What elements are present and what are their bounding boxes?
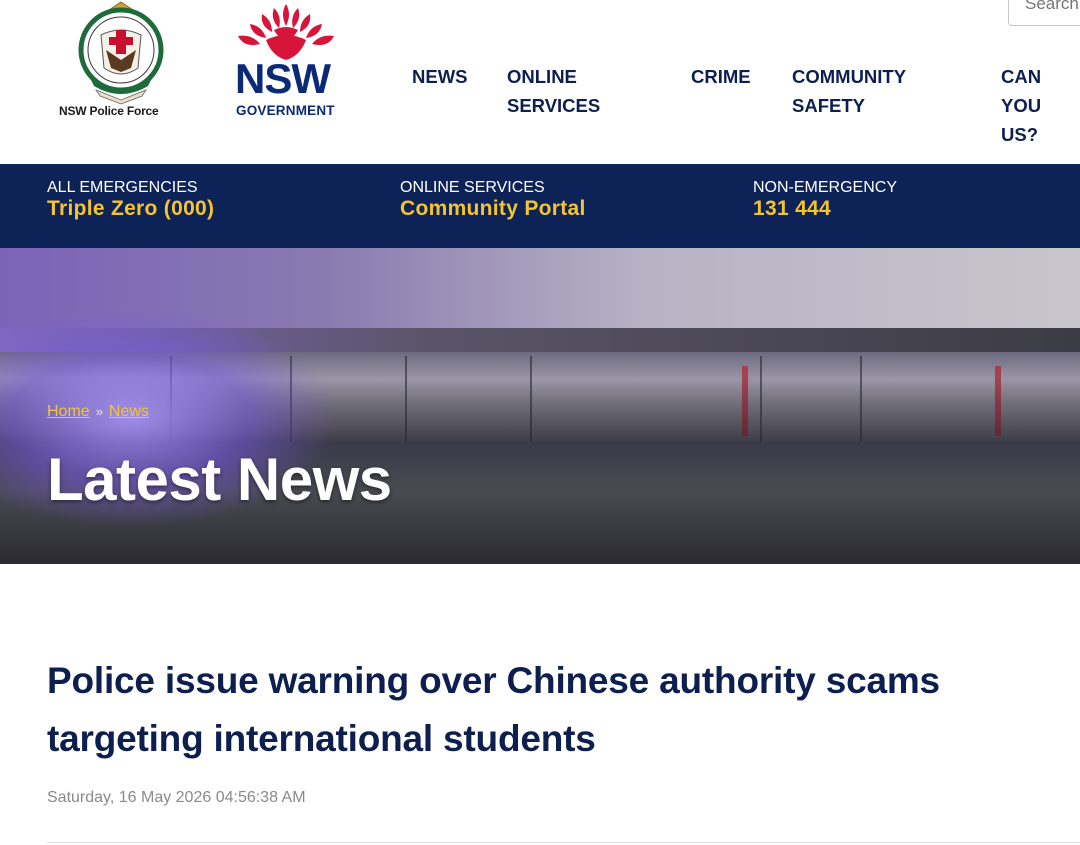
article-title: Police issue warning over Chinese author…	[47, 660, 940, 759]
site-header: NSW Police Force NSW GOVERNMENT NEWS ONL…	[0, 0, 1080, 164]
lightbar-divider	[760, 356, 762, 442]
nsw-logo-government: GOVERNMENT	[236, 103, 335, 118]
lightbar-divider	[405, 356, 407, 442]
emergency-value: Triple Zero (000)	[47, 197, 215, 220]
nav-item-community-safety[interactable]: COMMUNITY SAFETY	[792, 62, 906, 120]
breadcrumb-news[interactable]: News	[109, 403, 149, 420]
police-crest-icon	[78, 1, 164, 105]
breadcrumb-home[interactable]: Home	[47, 403, 90, 420]
breadcrumb-separator: »	[95, 404, 103, 419]
non-emergency-number: 131 444	[753, 197, 832, 220]
nav-item-can-you-help-us[interactable]: CAN YOU US?	[1001, 62, 1041, 149]
divider	[47, 842, 1080, 843]
article-date: Saturday, 16 May 2026 04:56:38 AM	[47, 789, 306, 806]
emergency-bar: ALL EMERGENCIES Triple Zero (000) ONLINE…	[0, 164, 1080, 248]
search-box	[1008, 0, 1080, 26]
hero-banner: Home » News Latest News	[0, 248, 1080, 564]
nsw-government-logo[interactable]: NSW GOVERNMENT	[230, 0, 342, 122]
online-services-label: ONLINE SERVICES	[400, 179, 545, 196]
nsw-logo-word: NSW	[235, 55, 331, 102]
community-portal-link: Community Portal	[400, 197, 586, 220]
nav-item-online-services[interactable]: ONLINE SERVICES	[507, 62, 600, 120]
non-emergency-label: NON-EMERGENCY	[753, 179, 898, 196]
emergency-item-non-emergency[interactable]: NON-EMERGENCY 131 444	[753, 178, 897, 221]
page-title: Latest News	[47, 446, 392, 513]
lightbar-red-light	[995, 366, 1001, 436]
emergency-label: ALL EMERGENCIES	[47, 179, 198, 196]
nsw-police-logo[interactable]: NSW Police Force	[56, 0, 182, 122]
emergency-item-all[interactable]: ALL EMERGENCIES Triple Zero (000)	[47, 178, 214, 221]
lightbar-divider	[530, 356, 532, 442]
lightbar-red-light	[742, 366, 748, 436]
police-logo-text: NSW Police Force	[59, 104, 159, 118]
emergency-item-online-services[interactable]: ONLINE SERVICES Community Portal	[400, 178, 586, 221]
nav-item-crime[interactable]: CRIME	[691, 62, 751, 91]
breadcrumb: Home » News	[47, 403, 149, 421]
lightbar-divider	[860, 356, 862, 442]
search-input[interactable]	[1009, 0, 1080, 21]
nav-item-news[interactable]: NEWS	[412, 62, 468, 91]
